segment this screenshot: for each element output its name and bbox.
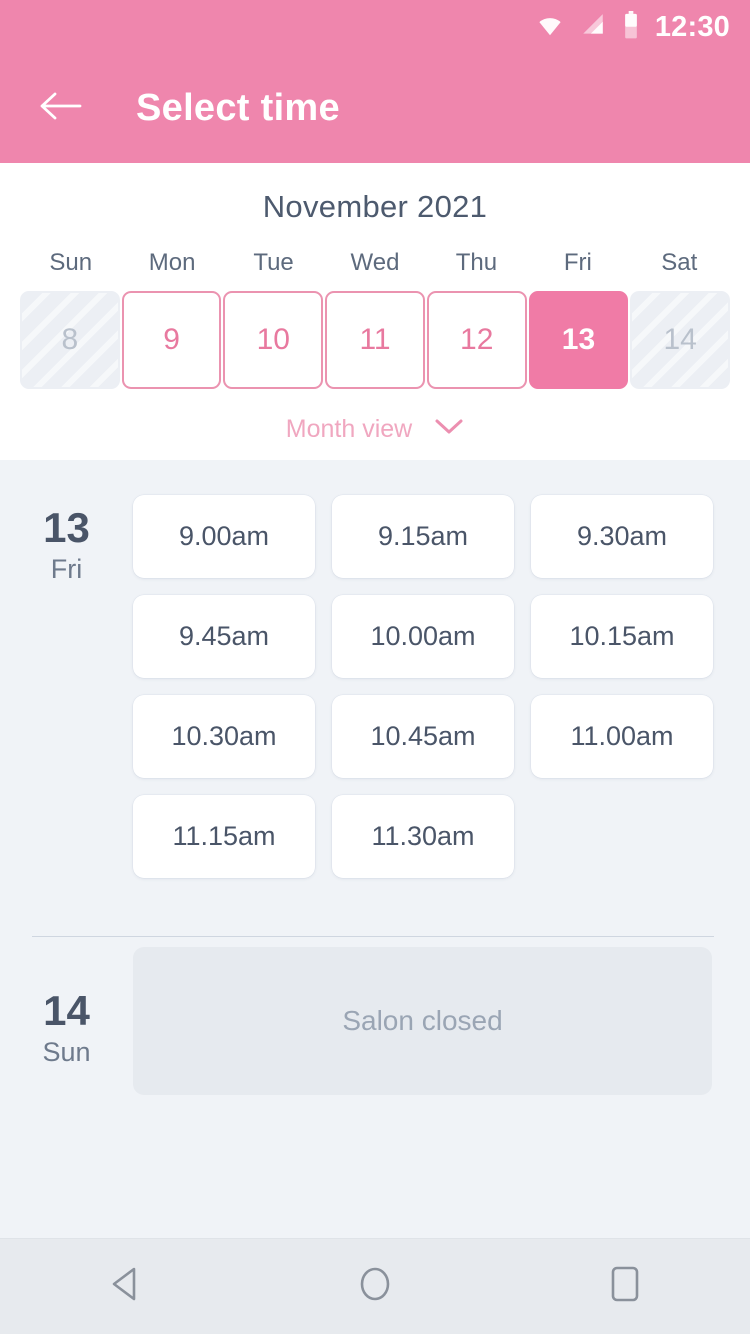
chevron-down-icon xyxy=(434,418,464,441)
weekday-label: Sun xyxy=(49,249,93,276)
time-slot[interactable]: 9.30am xyxy=(531,495,713,578)
back-button[interactable] xyxy=(32,81,88,137)
nav-back-icon xyxy=(108,1265,142,1308)
weekday-label: Thu xyxy=(455,249,498,276)
nav-home-icon xyxy=(356,1264,394,1309)
calendar-day-12[interactable]: 12 xyxy=(426,291,527,389)
day-number: 14 xyxy=(43,987,90,1034)
day-label-14: 14 Sun xyxy=(0,947,133,1095)
time-slot[interactable]: 10.45am xyxy=(332,695,514,778)
weekday-label: Tue xyxy=(253,249,294,276)
day-weekday: Fri xyxy=(50,554,83,585)
time-slot[interactable]: 10.30am xyxy=(133,695,315,778)
slot-grid: 9.00am 9.15am 9.30am 9.45am 10.00am 10.1… xyxy=(133,460,730,878)
calendar-month-title: November 2021 xyxy=(262,189,488,224)
day-schedule-14: 14 Sun Salon closed xyxy=(0,947,750,1095)
calendar-day-9[interactable]: 9 xyxy=(121,291,222,389)
arrow-left-icon xyxy=(38,89,82,128)
day-number: 13 xyxy=(43,504,90,551)
calendar-days-row: 8 9 10 11 12 13 14 xyxy=(0,291,750,389)
nav-home-button[interactable] xyxy=(320,1239,430,1334)
time-slot[interactable]: 10.15am xyxy=(531,595,713,678)
signal-icon xyxy=(580,12,606,43)
weekday-label: Wed xyxy=(350,249,400,276)
page-title: Select time xyxy=(136,87,340,129)
day-weekday: Sun xyxy=(42,1037,91,1068)
section-divider xyxy=(32,936,714,937)
time-slot[interactable]: 9.00am xyxy=(133,495,315,578)
weekday-header-row: Sun Mon Tue Wed Thu Fri Sat xyxy=(0,249,750,277)
month-view-label: Month view xyxy=(285,415,413,443)
day-schedule-13: 13 Fri 9.00am 9.15am 9.30am 9.45am 10.00… xyxy=(0,460,750,878)
time-slot[interactable]: 10.00am xyxy=(332,595,514,678)
battery-icon xyxy=(623,10,639,44)
status-bar-clock: 12:30 xyxy=(654,10,730,43)
time-slot[interactable]: 9.15am xyxy=(332,495,514,578)
calendar-strip: November 2021 Sun Mon Tue Wed Thu Fri Sa… xyxy=(0,163,750,460)
android-nav-bar xyxy=(0,1238,750,1334)
weekday-label: Fri xyxy=(563,249,592,276)
nav-back-button[interactable] xyxy=(70,1239,180,1334)
day-label-13: 13 Fri xyxy=(0,460,133,878)
calendar-day-10[interactable]: 10 xyxy=(223,291,324,389)
calendar-day-11[interactable]: 11 xyxy=(325,291,425,389)
time-slot[interactable]: 11.15am xyxy=(133,795,315,878)
month-view-toggle[interactable]: Month view xyxy=(0,415,750,444)
app-bar: Select time xyxy=(0,54,750,163)
select-time-screen: 12:30 Select time November 2021 Sun Mon … xyxy=(0,0,750,1334)
salon-closed-notice: Salon closed xyxy=(133,947,712,1095)
time-slot[interactable]: 9.45am xyxy=(133,595,315,678)
weekday-label: Mon xyxy=(148,249,196,276)
calendar-day-8: 8 xyxy=(20,291,120,389)
time-slot[interactable]: 11.30am xyxy=(332,795,514,878)
nav-recents-button[interactable] xyxy=(570,1239,680,1334)
status-icon-group xyxy=(537,10,639,44)
status-bar: 12:30 xyxy=(0,0,750,54)
weekday-label: Sat xyxy=(661,249,698,276)
time-slot[interactable]: 11.00am xyxy=(531,695,713,778)
nav-recents-icon xyxy=(609,1265,641,1308)
time-slots-area: 13 Fri 9.00am 9.15am 9.30am 9.45am 10.00… xyxy=(0,460,750,1238)
calendar-day-13[interactable]: 13 xyxy=(528,291,629,389)
wifi-icon xyxy=(537,12,563,43)
calendar-day-14: 14 xyxy=(630,291,731,389)
